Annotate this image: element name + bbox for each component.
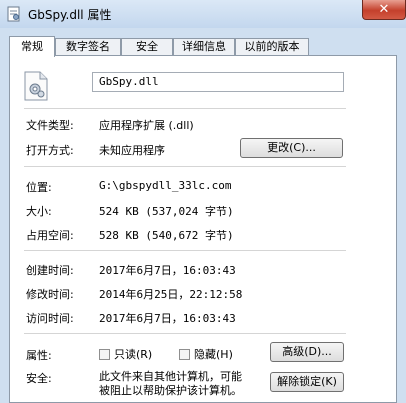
open-with-value: 未知应用程序 xyxy=(99,144,165,157)
file-properties-icon xyxy=(7,6,20,22)
size-value: 524 KB (537,024 字节) xyxy=(99,205,234,218)
attributes-label: 属性: xyxy=(26,349,52,362)
security-label: 安全: xyxy=(26,372,52,385)
created-value: 2017年6月7日，16:03:43 xyxy=(99,264,236,277)
divider xyxy=(24,333,346,334)
location-label: 位置: xyxy=(26,181,52,194)
location-value: G:\gbspydll_33lc.com xyxy=(99,179,232,192)
tab-details[interactable]: 详细信息 xyxy=(173,38,235,55)
hidden-label: 隐藏(H) xyxy=(194,348,233,361)
file-type-value: 应用程序扩展 (.dll) xyxy=(99,119,194,132)
divider xyxy=(24,166,346,167)
readonly-checkbox[interactable]: 只读(R) xyxy=(99,346,152,362)
modified-label: 修改时间: xyxy=(26,288,74,301)
window-title: GbSpy.dll 属性 xyxy=(28,8,112,22)
advanced-button[interactable]: 高级(D)... xyxy=(270,342,344,362)
size-label: 大小: xyxy=(26,205,52,218)
checkbox-box[interactable] xyxy=(99,348,110,360)
created-label: 创建时间: xyxy=(26,264,74,277)
change-button[interactable]: 更改(C)... xyxy=(240,138,343,158)
checkbox-box[interactable] xyxy=(179,348,190,360)
tab-digital-signature[interactable]: 数字签名 xyxy=(55,38,121,55)
readonly-label: 只读(R) xyxy=(114,348,153,361)
unblock-button[interactable]: 解除锁定(K) xyxy=(270,372,344,392)
close-icon: ✕ xyxy=(378,2,390,17)
file-type-label: 文件类型: xyxy=(26,119,74,132)
security-message-line2: 被阻止以帮助保护该计算机。 xyxy=(99,384,242,397)
tab-previous-versions[interactable]: 以前的版本 xyxy=(235,38,309,55)
tab-security[interactable]: 安全 xyxy=(121,38,173,55)
title-bar: GbSpy.dll 属性 ✕ xyxy=(0,0,406,28)
accessed-label: 访问时间: xyxy=(26,312,74,325)
size-on-disk-label: 占用空间: xyxy=(26,229,74,242)
close-button[interactable]: ✕ xyxy=(362,0,406,20)
tab-general[interactable]: 常规 xyxy=(9,36,55,57)
modified-value: 2014年6月25日，22:12:58 xyxy=(99,288,243,301)
divider xyxy=(24,108,346,109)
accessed-value: 2017年6月7日，16:03:43 xyxy=(99,312,236,325)
size-on-disk-value: 528 KB (540,672 字节) xyxy=(99,229,234,242)
divider xyxy=(24,250,346,251)
dll-file-icon xyxy=(24,71,48,101)
hidden-checkbox[interactable]: 隐藏(H) xyxy=(179,346,233,362)
file-name-field[interactable]: GbSpy.dll xyxy=(92,72,344,92)
open-with-label: 打开方式: xyxy=(26,144,74,157)
